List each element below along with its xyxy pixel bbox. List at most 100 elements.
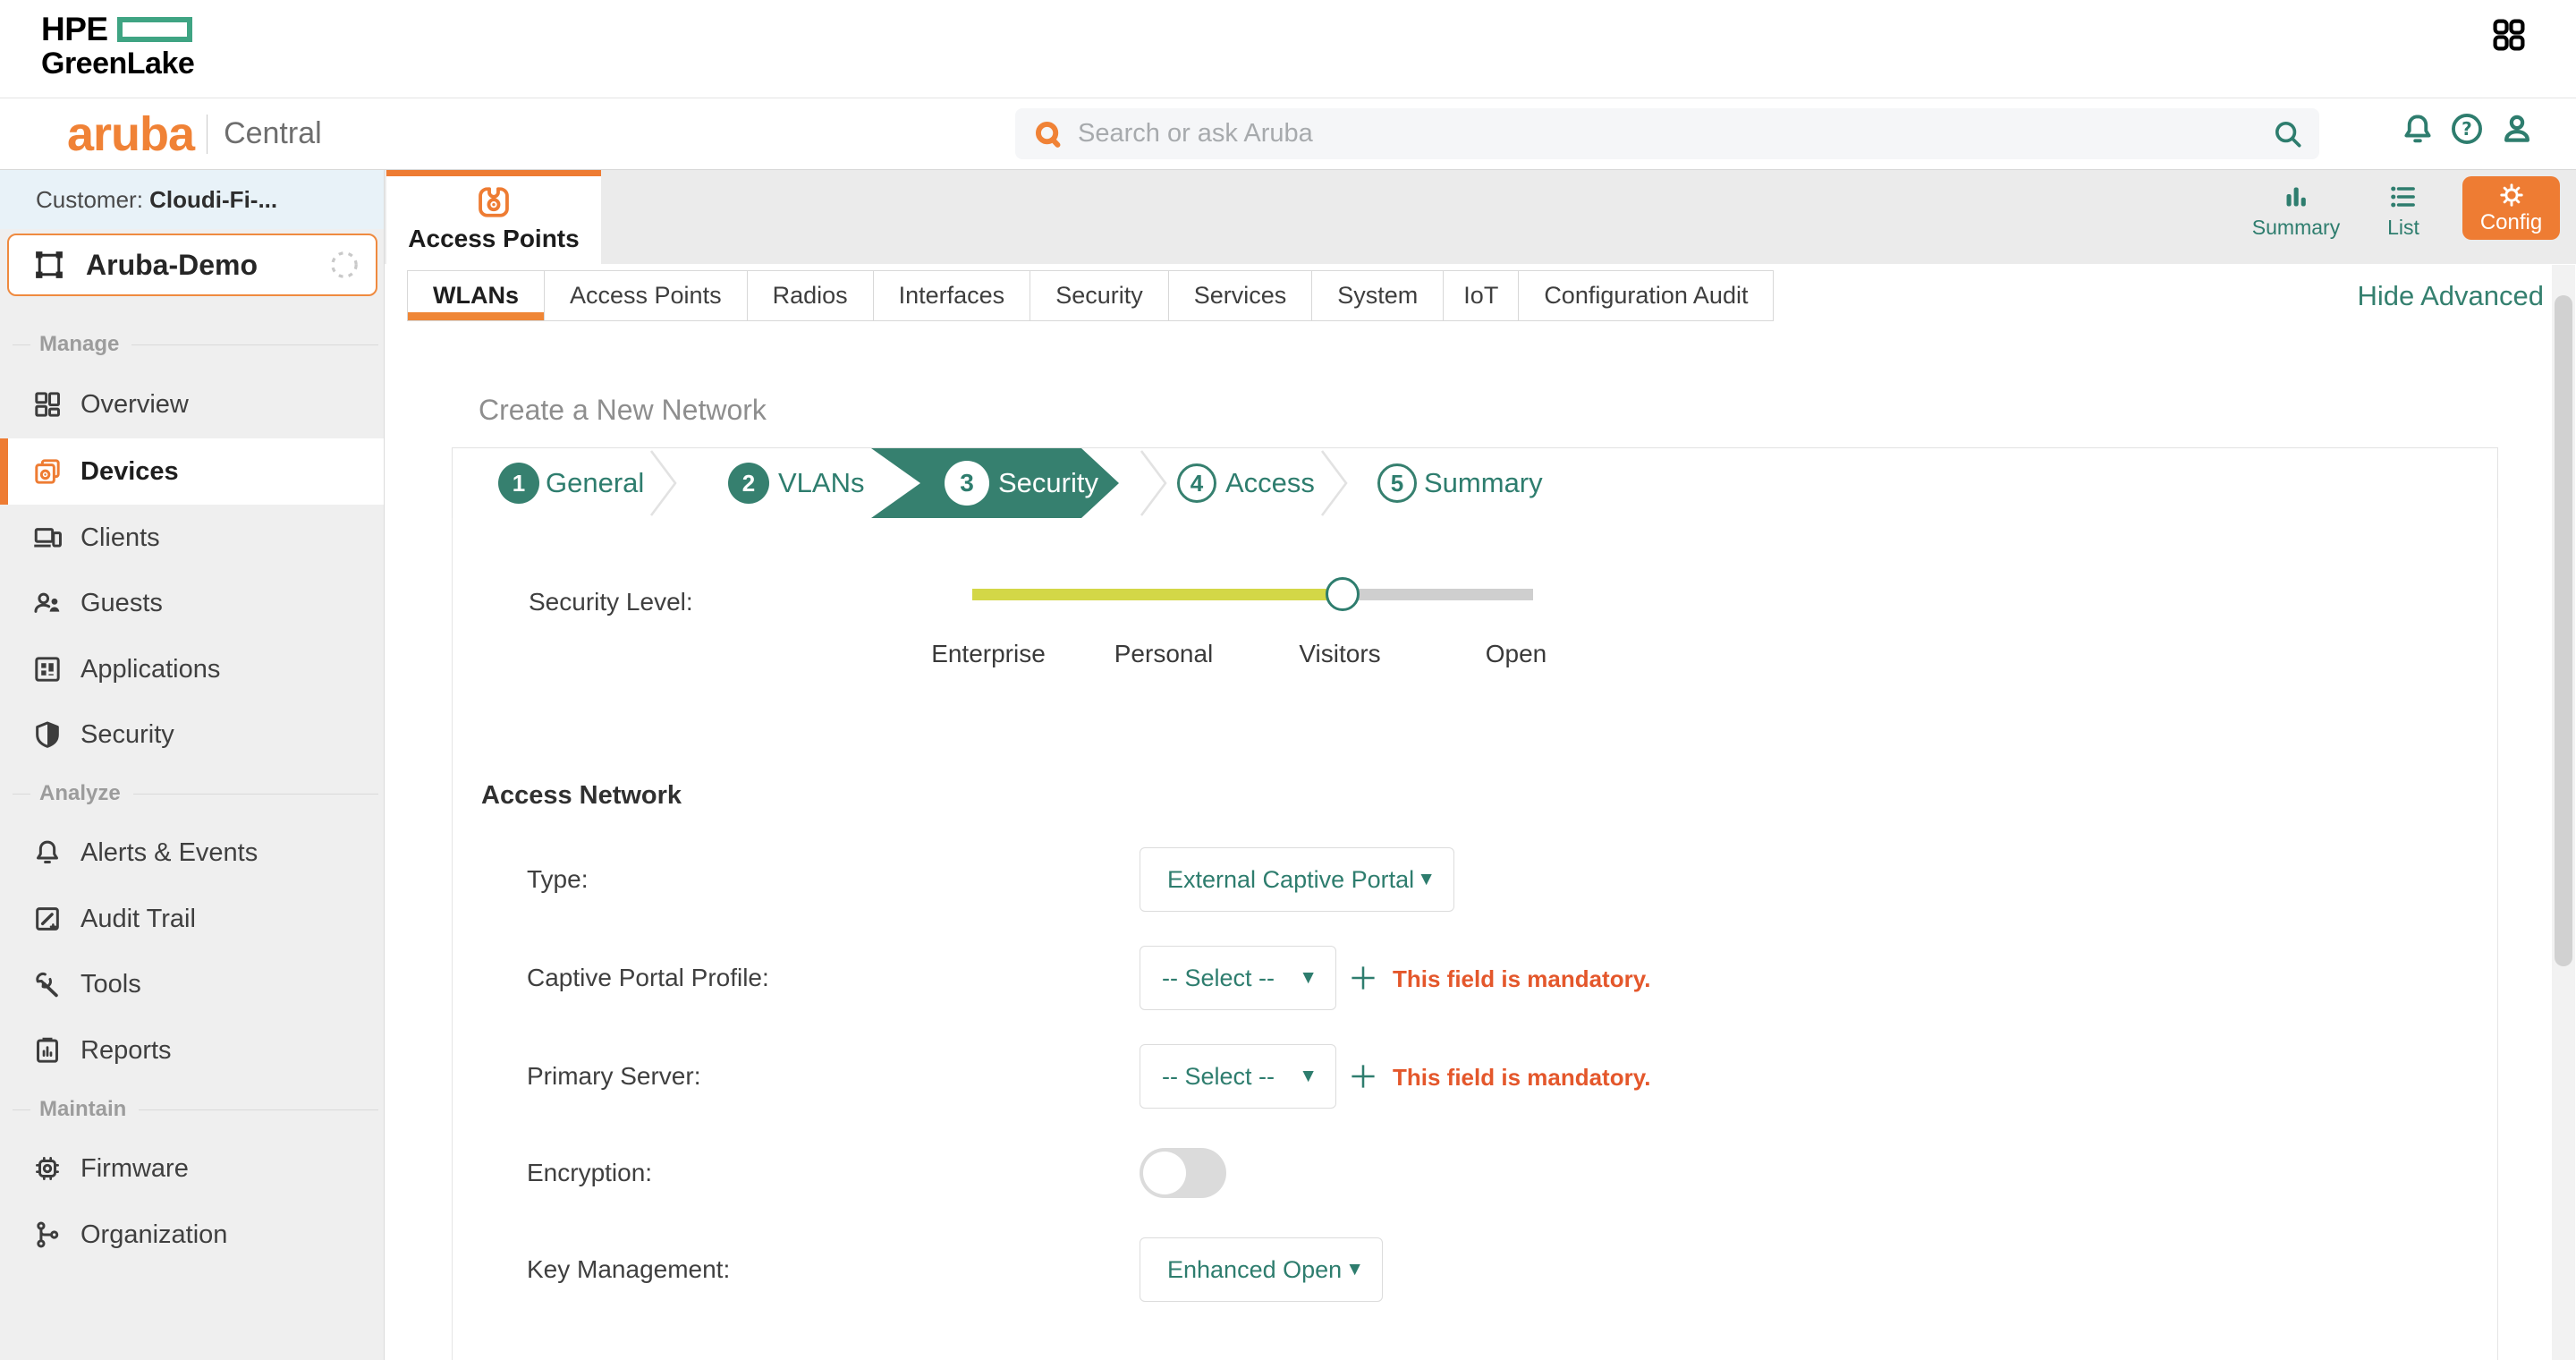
wizard-stepper: 1 General 2 VLANs 3 Security 4 Access 5 … xyxy=(452,447,2498,519)
sidebar-item-audit-trail[interactable]: Audit Trail xyxy=(0,886,384,952)
scrollbar-thumb[interactable] xyxy=(2555,295,2572,966)
step-2-circle[interactable]: 2 xyxy=(728,463,769,504)
captive-portal-mandatory-message: This field is mandatory. xyxy=(1393,964,1650,994)
slider-option-personal[interactable]: Personal xyxy=(1114,640,1214,668)
brand-divider xyxy=(207,115,208,154)
sidebar-item-clients[interactable]: Clients xyxy=(0,505,384,571)
step-1-circle[interactable]: 1 xyxy=(498,463,539,504)
primary-server-label: Primary Server: xyxy=(527,1061,700,1092)
overview-grid-icon xyxy=(32,389,63,420)
summary-view-button[interactable]: Summary xyxy=(2247,181,2345,240)
context-tab-access-points[interactable]: Access Points xyxy=(386,170,601,264)
section-maintain: Maintain xyxy=(0,1092,384,1127)
security-level-slider[interactable] xyxy=(972,589,1533,600)
add-primary-server-icon[interactable] xyxy=(1347,1060,1379,1092)
step-separator-chevron xyxy=(1318,449,1351,517)
tab-services[interactable]: Services xyxy=(1168,270,1313,321)
sidebar-item-label: Guests xyxy=(80,589,163,618)
key-management-label: Key Management: xyxy=(527,1254,730,1285)
tab-iot[interactable]: IoT xyxy=(1443,270,1519,321)
tab-security[interactable]: Security xyxy=(1030,270,1169,321)
search-icon[interactable] xyxy=(2271,117,2305,151)
step-4-circle[interactable]: 4 xyxy=(1177,463,1216,503)
config-view-label: Config xyxy=(2480,210,2542,235)
sidebar-item-alerts-events[interactable]: Alerts & Events xyxy=(0,820,384,886)
key-management-select[interactable]: Enhanced Open ▼ xyxy=(1140,1237,1383,1302)
encryption-toggle[interactable] xyxy=(1140,1148,1226,1198)
sidebar-item-overview[interactable]: Overview xyxy=(0,371,384,438)
organization-branch-icon xyxy=(32,1220,63,1250)
primary-server-mandatory-message: This field is mandatory. xyxy=(1393,1062,1650,1092)
firmware-chip-icon xyxy=(32,1153,63,1184)
slider-option-visitors[interactable]: Visitors xyxy=(1299,640,1380,668)
step-3-label: Security xyxy=(998,448,1098,518)
security-level-label: Security Level: xyxy=(529,587,693,617)
list-view-button[interactable]: List xyxy=(2354,181,2453,240)
slider-option-open[interactable]: Open xyxy=(1486,640,1547,668)
sidebar-item-tools[interactable]: Tools xyxy=(0,951,384,1017)
context-tab-label: Access Points xyxy=(408,225,579,253)
slider-option-enterprise[interactable]: Enterprise xyxy=(931,640,1046,668)
user-profile-icon[interactable] xyxy=(2498,110,2536,148)
step-2-label[interactable]: VLANs xyxy=(778,448,864,518)
sidebar-item-label: Audit Trail xyxy=(80,905,196,934)
add-captive-portal-profile-icon[interactable] xyxy=(1347,962,1379,994)
step-1-label[interactable]: General xyxy=(546,448,644,518)
config-view-button[interactable]: Config xyxy=(2462,176,2560,240)
tab-system[interactable]: System xyxy=(1311,270,1444,321)
context-strip: Access Points Summary List xyxy=(385,170,2576,264)
sidebar-item-applications[interactable]: Applications xyxy=(0,636,384,702)
type-select[interactable]: External Captive Portal ▼ xyxy=(1140,847,1454,912)
group-selector[interactable]: Aruba-Demo xyxy=(7,234,377,296)
aruba-central-logo: aruba Central xyxy=(67,98,322,169)
sidebar-item-label: Organization xyxy=(80,1220,227,1250)
captive-portal-profile-select[interactable]: -- Select -- ▼ xyxy=(1140,946,1336,1010)
sidebar: Customer: Cloudi-Fi-... Aruba-Demo xyxy=(0,170,385,1360)
search-input[interactable] xyxy=(1063,119,2271,149)
type-label: Type: xyxy=(527,864,588,895)
primary-server-select[interactable]: -- Select -- ▼ xyxy=(1140,1044,1336,1109)
tab-interfaces[interactable]: Interfaces xyxy=(873,270,1031,321)
tab-access-points[interactable]: Access Points xyxy=(544,270,748,321)
svg-text:?: ? xyxy=(2462,118,2472,140)
chevron-down-icon: ▼ xyxy=(1299,1066,1318,1087)
section-manage: Manage xyxy=(0,327,384,362)
sidebar-item-devices[interactable]: Devices xyxy=(0,438,384,505)
product-header: aruba Central xyxy=(0,98,2576,170)
tab-wlans[interactable]: WLANs xyxy=(407,270,545,321)
tab-radios[interactable]: Radios xyxy=(747,270,874,321)
bar-chart-icon xyxy=(2280,181,2312,213)
gear-icon xyxy=(2497,181,2526,209)
sidebar-item-label: Devices xyxy=(80,457,179,487)
step-3-active-arrow[interactable]: 3 Security xyxy=(871,448,1119,518)
applications-icon xyxy=(32,654,63,684)
main-area: Access Points Summary List xyxy=(385,170,2576,1360)
help-icon[interactable]: ? xyxy=(2448,110,2486,148)
bell-icon xyxy=(32,837,63,868)
app-launcher-grid-icon[interactable] xyxy=(2490,16,2528,54)
sidebar-item-security[interactable]: Security xyxy=(0,701,384,768)
vertical-scrollbar[interactable] xyxy=(2552,265,2575,1360)
audit-trail-icon xyxy=(32,904,63,934)
notifications-bell-icon[interactable] xyxy=(2399,110,2436,148)
sidebar-item-label: Clients xyxy=(80,523,160,553)
chevron-down-icon: ▼ xyxy=(1345,1259,1364,1280)
platform-header: HPE GreenLake xyxy=(0,0,2576,98)
aruba-logo-text: aruba xyxy=(67,110,194,158)
tab-configuration-audit[interactable]: Configuration Audit xyxy=(1518,270,1774,321)
sidebar-item-reports[interactable]: Reports xyxy=(0,1017,384,1084)
wizard-title: Create a New Network xyxy=(479,394,767,427)
chevron-down-icon: ▼ xyxy=(1417,869,1436,890)
sidebar-item-firmware[interactable]: Firmware xyxy=(0,1135,384,1202)
group-name: Aruba-Demo xyxy=(86,249,329,282)
sidebar-item-guests[interactable]: Guests xyxy=(0,570,384,636)
sidebar-item-label: Reports xyxy=(80,1036,172,1066)
slider-handle[interactable] xyxy=(1326,577,1360,611)
hide-advanced-link[interactable]: Hide Advanced xyxy=(2357,270,2544,321)
sidebar-item-organization[interactable]: Organization xyxy=(0,1202,384,1268)
step-4-label[interactable]: Access xyxy=(1225,448,1315,518)
customer-name: Cloudi-Fi-... xyxy=(149,186,277,213)
step-5-circle[interactable]: 5 xyxy=(1377,463,1417,503)
customer-label: Customer: xyxy=(36,186,143,213)
step-5-label[interactable]: Summary xyxy=(1424,448,1543,518)
